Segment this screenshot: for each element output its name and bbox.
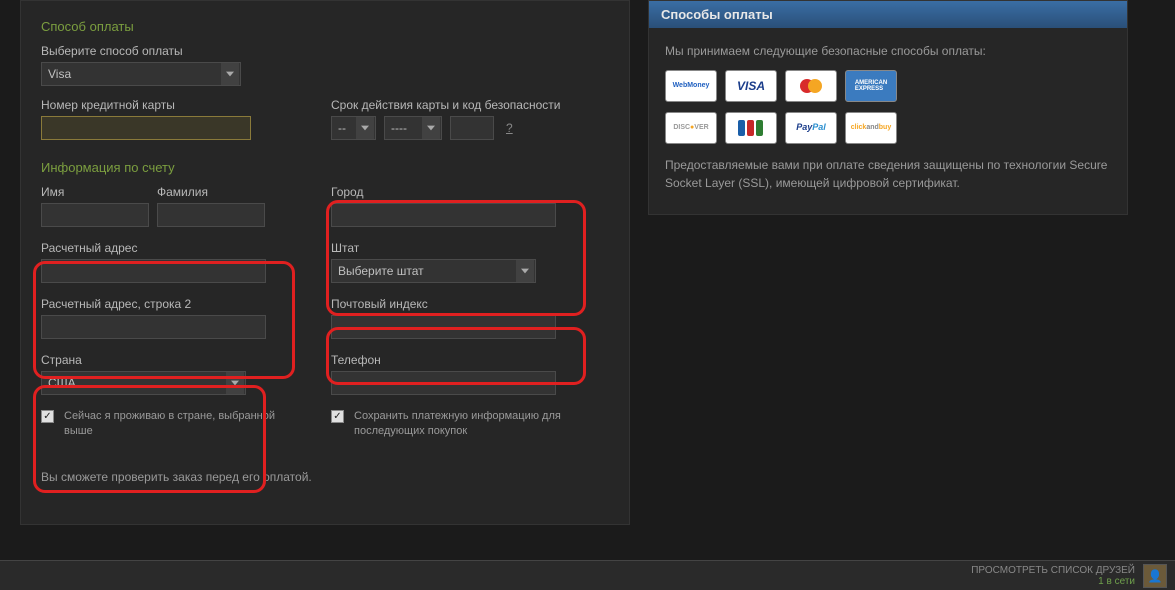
phone-input[interactable] xyxy=(331,371,556,395)
visa-icon: VISA xyxy=(725,70,777,102)
city-input[interactable] xyxy=(331,203,556,227)
chevron-down-icon xyxy=(516,260,534,282)
zip-label: Почтовый индекс xyxy=(331,297,561,311)
billing-address2-label: Расчетный адрес, строка 2 xyxy=(41,297,281,311)
chevron-down-icon xyxy=(422,117,440,139)
country-select[interactable]: США xyxy=(41,371,246,395)
phone-label: Телефон xyxy=(331,353,561,367)
cvv-help-link[interactable]: ? xyxy=(506,121,513,135)
checkbox-icon: ✓ xyxy=(41,410,54,423)
save-payment-checkbox-row[interactable]: ✓ Сохранить платежную информацию для пос… xyxy=(331,409,561,440)
state-label: Штат xyxy=(331,241,561,255)
expiry-label: Срок действия карты и код безопасности xyxy=(331,98,560,112)
save-payment-checkbox-label: Сохранить платежную информацию для после… xyxy=(354,409,561,440)
clickandbuy-icon: clickandbuy xyxy=(845,112,897,144)
state-select[interactable]: Выберите штат xyxy=(331,259,536,283)
billing-address-label: Расчетный адрес xyxy=(41,241,281,255)
avatar[interactable]: 👤 xyxy=(1143,564,1167,588)
last-name-input[interactable] xyxy=(157,203,265,227)
payment-method-title: Способ оплаты xyxy=(41,19,609,34)
city-label: Город xyxy=(331,185,561,199)
expiry-month-select[interactable]: -- xyxy=(331,116,376,140)
payment-cards-row-1: WebMoney VISA AMERICANEXPRESS xyxy=(665,70,1111,102)
friends-bar[interactable]: ПРОСМОТРЕТЬ СПИСОК ДРУЗЕЙ 1 в сети 👤 xyxy=(0,560,1175,590)
billing-info-title: Информация по счету xyxy=(41,160,609,175)
card-number-label: Номер кредитной карты xyxy=(41,98,281,112)
checkbox-icon: ✓ xyxy=(331,410,344,423)
billing-address-input[interactable] xyxy=(41,259,266,283)
payment-select-label: Выберите способ оплаты xyxy=(41,44,609,58)
first-name-input[interactable] xyxy=(41,203,149,227)
zip-input[interactable] xyxy=(331,315,556,339)
last-name-label: Фамилия xyxy=(157,185,265,199)
residency-checkbox-label: Сейчас я проживаю в стране, выбранной вы… xyxy=(64,409,281,440)
sidebar-security-text: Предоставляемые вами при оплате сведения… xyxy=(665,156,1111,192)
jcb-icon xyxy=(725,112,777,144)
sidebar-header: Способы оплаты xyxy=(649,1,1127,28)
first-name-label: Имя xyxy=(41,185,149,199)
country-label: Страна xyxy=(41,353,281,367)
payment-cards-row-2: DISC●VER PayPal clickandbuy xyxy=(665,112,1111,144)
payment-form-panel: Способ оплаты Выберите способ оплаты Vis… xyxy=(20,0,630,525)
review-order-note: Вы сможете проверить заказ перед его опл… xyxy=(41,470,609,484)
friends-online-status: 1 в сети xyxy=(971,576,1135,587)
paypal-icon: PayPal xyxy=(785,112,837,144)
chevron-down-icon xyxy=(356,117,374,139)
discover-icon: DISC●VER xyxy=(665,112,717,144)
chevron-down-icon xyxy=(221,63,239,85)
webmoney-icon: WebMoney xyxy=(665,70,717,102)
payment-method-value: Visa xyxy=(48,67,71,81)
billing-address2-input[interactable] xyxy=(41,315,266,339)
expiry-year-select[interactable]: ---- xyxy=(384,116,442,140)
payment-method-select[interactable]: Visa xyxy=(41,62,241,86)
cvv-input[interactable] xyxy=(450,116,494,140)
card-number-input[interactable] xyxy=(41,116,251,140)
sidebar-intro-text: Мы принимаем следующие безопасные способ… xyxy=(665,42,1111,60)
residency-checkbox-row[interactable]: ✓ Сейчас я проживаю в стране, выбранной … xyxy=(41,409,281,440)
mastercard-icon xyxy=(785,70,837,102)
payment-methods-sidebar: Способы оплаты Мы принимаем следующие бе… xyxy=(648,0,1128,215)
amex-icon: AMERICANEXPRESS xyxy=(845,70,897,102)
chevron-down-icon xyxy=(226,372,244,394)
friends-list-title: ПРОСМОТРЕТЬ СПИСОК ДРУЗЕЙ xyxy=(971,565,1135,576)
